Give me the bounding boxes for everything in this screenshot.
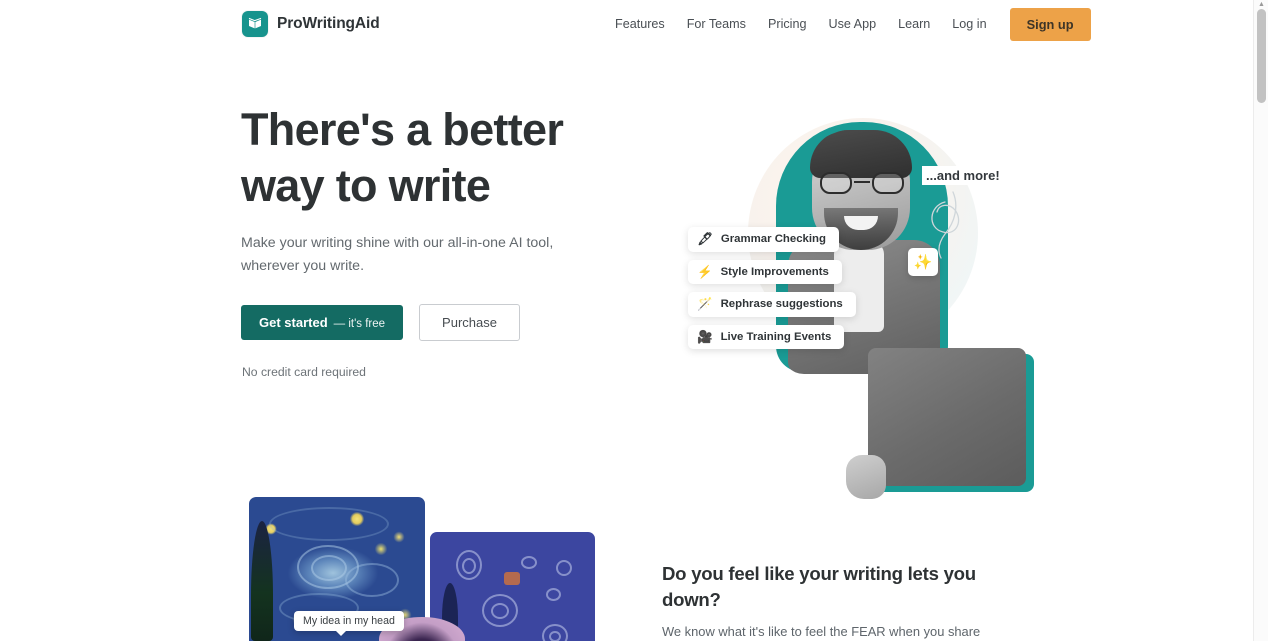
lower-section-body: We know what it's like to feel the FEAR … [662,624,981,639]
nav-item-features[interactable]: Features [604,11,676,37]
hero-illustration: ✨ ...and more! 🖋 Grammar Checking ⚡ Styl… [660,100,1034,499]
get-started-sublabel: — it's free [333,318,386,330]
get-started-button[interactable]: Get started — it's free [241,305,404,340]
glasses-icon [818,172,906,194]
nav-item-pricing[interactable]: Pricing [757,11,818,37]
purchase-button[interactable]: Purchase [419,304,520,341]
scroll-up-arrow-icon[interactable]: ▲ [1254,0,1268,9]
main-nav: Features For Teams Pricing Use App Learn… [604,0,1091,48]
nav-item-for-teams[interactable]: For Teams [676,11,757,37]
feature-chip-rephrase-suggestions: 🪄 Rephrase suggestions [688,292,856,317]
nav-item-use-app[interactable]: Use App [817,11,887,37]
page-title: There's a better way to write [241,102,661,214]
magic-wand-icon: 🪄 [697,297,713,311]
page-scrollbar[interactable]: ▲ [1253,0,1268,641]
person-hair [810,130,912,178]
sparkles-icon: ✨ [908,248,938,276]
nav-item-log-in[interactable]: Log in [941,11,997,37]
no-credit-card-note: No credit card required [242,365,366,379]
lower-section-title: Do you feel like your writing lets you d… [662,563,976,610]
hero-title-line-1: There's a better [241,104,564,155]
feature-chip-label: Grammar Checking [720,233,826,246]
page-root: ProWritingAid Features For Teams Pricing… [0,0,1268,641]
scrollbar-thumb[interactable] [1257,9,1266,103]
feature-chip-label: Rephrase suggestions [720,298,843,311]
artwork-comparison: My idea in my head [249,497,595,641]
and-more-label: ...and more! [922,166,1004,185]
my-idea-tooltip: My idea in my head [294,611,404,636]
cypress-tree [251,521,273,641]
brand-name: ProWritingAid [277,15,380,32]
feature-chip-label: Live Training Events [720,330,832,343]
person-hand [846,455,886,499]
nav-item-learn[interactable]: Learn [887,11,941,37]
feature-chip-grammar-checking: 🖋 Grammar Checking [688,227,839,252]
brand-logo[interactable]: ProWritingAid [242,11,380,37]
sign-up-button[interactable]: Sign up [1009,7,1091,41]
book-logo-icon [242,11,268,37]
feature-chip-label: Style Improvements [720,265,829,278]
flat-sun-shape [504,572,520,585]
rocket-icon: 🖋 [697,232,713,246]
hero-cta-row: Get started — it's free Purchase [241,304,520,341]
movie-camera-icon: 🎥 [697,329,713,344]
lightning-icon: ⚡ [697,264,713,279]
site-header: ProWritingAid Features For Teams Pricing… [0,0,1256,48]
feature-chip-live-training-events: 🎥 Live Training Events [688,324,845,349]
lower-section-copy: Do you feel like your writing lets you d… [662,561,1014,641]
feature-chip-list: 🖋 Grammar Checking ⚡ Style Improvements … [688,227,856,349]
hero-title-line-2: way to write [241,160,491,211]
feature-chip-style-improvements: ⚡ Style Improvements [688,259,842,284]
laptop-icon [868,348,1026,486]
get-started-label: Get started [259,315,328,330]
hero-subtitle: Make your writing shine with our all-in-… [241,235,554,274]
